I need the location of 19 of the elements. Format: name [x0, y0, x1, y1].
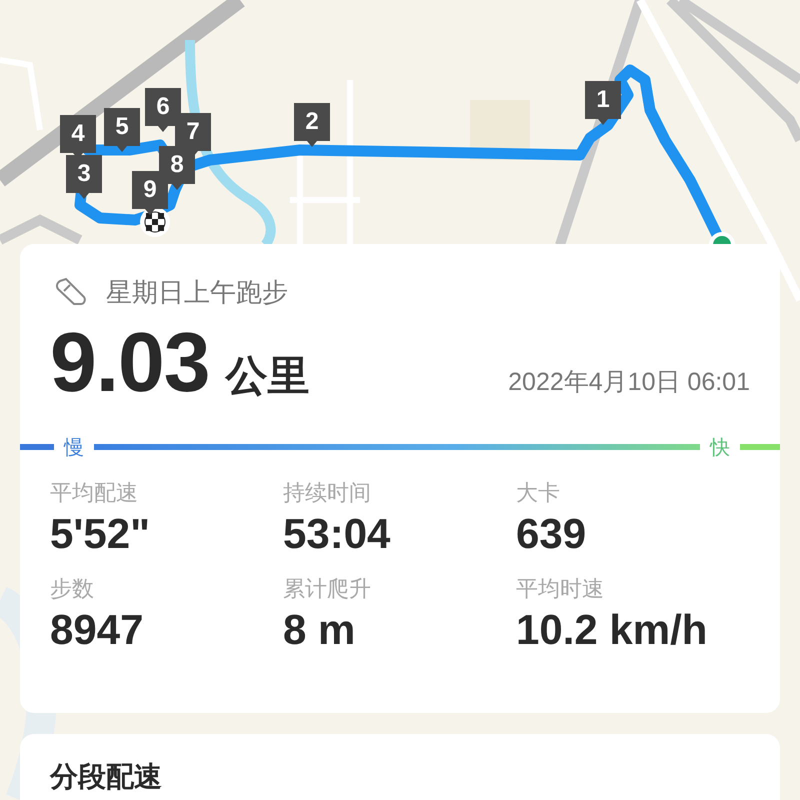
stat-label: 持续时间	[283, 479, 372, 507]
activity-title: 星期日上午跑步	[106, 276, 288, 308]
stat-label: 步数	[50, 575, 95, 603]
fast-label: 快	[710, 436, 730, 460]
stat-value: 639	[516, 509, 588, 559]
stat-value: 53:04	[283, 509, 392, 559]
stat-label: 累计爬升	[283, 575, 372, 603]
distance-unit: 公里	[226, 351, 310, 401]
stat-value: 5'52"	[50, 509, 151, 559]
stat-label: 大卡	[516, 479, 561, 507]
activity-datetime: 2022年4月10日 06:01	[508, 367, 750, 398]
slow-label: 慢	[64, 436, 84, 460]
stat-value: 8947	[50, 605, 144, 655]
stat-label: 平均时速	[516, 575, 605, 603]
stat-label: 平均配速	[50, 479, 139, 507]
section-title: 分段配速	[50, 760, 163, 794]
stat-value: 8 m	[283, 605, 356, 655]
distance-value: 9.03	[50, 320, 210, 404]
stat-value: 10.2 km/h	[516, 605, 708, 655]
